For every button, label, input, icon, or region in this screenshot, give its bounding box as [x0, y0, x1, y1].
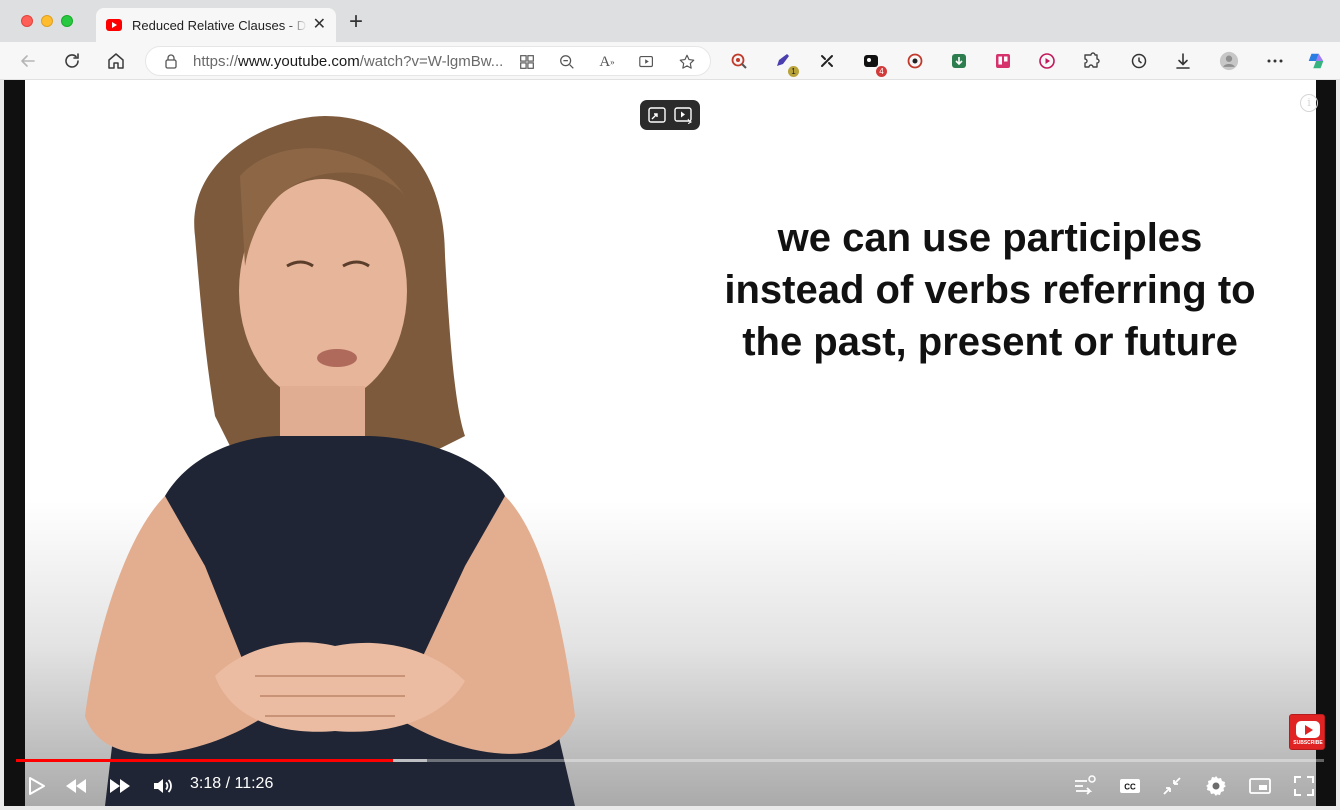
presenter-figure [85, 116, 575, 806]
tab-title: Reduced Relative Clauses - De [132, 17, 307, 33]
miniplayer-button[interactable] [1158, 772, 1186, 800]
more-menu-icon[interactable] [1264, 50, 1286, 72]
copilot-icon[interactable] [1305, 50, 1327, 72]
url-path: /watch?v=W-lgmBw... [359, 53, 504, 70]
url-text[interactable]: https://www.youtube.com/watch?v=W-lgmBw.… [193, 53, 509, 70]
time-separator: / [221, 775, 235, 792]
zoom-out-icon[interactable] [557, 52, 577, 72]
tab-close-icon[interactable]: ✕ [313, 17, 326, 33]
slide-line-2: instead of verbs referring to [724, 268, 1256, 312]
fullscreen-button[interactable] [1290, 772, 1318, 800]
extension-play-icon[interactable] [1036, 50, 1058, 72]
youtube-logo-icon [1296, 721, 1320, 738]
home-button[interactable] [105, 50, 127, 72]
previous-button[interactable] [62, 772, 90, 800]
video-overlay-pill [640, 100, 700, 130]
popout-video-icon[interactable] [647, 106, 667, 124]
rewind-icon [66, 779, 86, 793]
gear-icon [1206, 776, 1226, 796]
home-icon [108, 53, 124, 69]
minimize-window-button[interactable] [41, 15, 53, 27]
extension-badge-4: 4 [876, 66, 887, 77]
extensions-puzzle-icon[interactable] [1080, 50, 1102, 72]
current-time: 3:18 [190, 775, 222, 792]
extension-trello-icon[interactable] [992, 50, 1014, 72]
downloads-icon[interactable] [1172, 50, 1194, 72]
play-button[interactable] [22, 772, 50, 800]
extension-download-icon[interactable] [948, 50, 970, 72]
extension-search-icon[interactable] [728, 50, 750, 72]
progress-bar[interactable] [16, 759, 1324, 762]
progress-played [16, 759, 393, 762]
extension-tool-icon[interactable] [816, 50, 838, 72]
extension-badge-1: 1 [788, 66, 799, 77]
player-controls: 3:18 / 11:26 CC [4, 766, 1336, 806]
info-icon[interactable]: i [1300, 94, 1318, 112]
browser-tab-active[interactable]: Reduced Relative Clauses - De ✕ [96, 8, 336, 42]
video-enhance-icon[interactable] [673, 106, 693, 124]
back-arrow-icon [21, 55, 35, 67]
next-button[interactable] [106, 772, 134, 800]
youtube-icon [106, 19, 122, 31]
volume-button[interactable] [149, 772, 177, 800]
address-bar[interactable]: https://www.youtube.com/watch?v=W-lgmBw.… [145, 46, 711, 76]
new-tab-button[interactable]: + [344, 10, 368, 34]
subscribe-watermark[interactable]: SUBSCRIBE [1289, 714, 1325, 750]
collapse-icon [1163, 777, 1181, 795]
lock-icon[interactable] [163, 53, 179, 69]
svg-text:CC: CC [1124, 783, 1136, 792]
video-player[interactable]: we can use participles instead of verbs … [4, 80, 1336, 806]
extension-notes-icon[interactable]: 1 [772, 50, 799, 77]
browser-toolbar: https://www.youtube.com/watch?v=W-lgmBw.… [0, 42, 1340, 80]
read-aloud-icon[interactable]: A» [597, 52, 617, 72]
reload-icon [65, 53, 79, 68]
profile-avatar-icon[interactable] [1218, 50, 1240, 72]
duration: 11:26 [234, 775, 274, 792]
favorite-star-icon[interactable] [677, 52, 697, 72]
media-control-icon[interactable] [637, 52, 657, 72]
theater-mode-button[interactable] [1246, 772, 1274, 800]
close-window-button[interactable] [21, 15, 33, 27]
captions-icon: CC [1120, 779, 1140, 793]
app-available-icon[interactable] [517, 52, 537, 72]
subscribe-watermark-text: SUBSCRIBE [1293, 740, 1323, 746]
queue-settings-icon [1075, 775, 1096, 795]
slide-line-3: the past, present or future [742, 320, 1238, 364]
slide-caption: we can use participles instead of verbs … [715, 212, 1265, 368]
url-host: www.youtube.com [238, 53, 360, 70]
extension-record-icon[interactable] [904, 50, 926, 72]
settings-button[interactable] [1202, 772, 1230, 800]
slide-line-1: we can use participles [777, 216, 1203, 260]
video-frame[interactable]: we can use participles instead of verbs … [25, 80, 1316, 806]
fullscreen-icon [1294, 776, 1314, 796]
captions-button[interactable]: CC [1116, 772, 1144, 800]
back-button[interactable] [17, 50, 39, 72]
url-prefix: https:// [193, 53, 239, 70]
fast-forward-icon [110, 779, 130, 793]
title-bar: Reduced Relative Clauses - De ✕ + [0, 0, 1340, 42]
reload-button[interactable] [61, 50, 83, 72]
volume-icon [154, 779, 172, 793]
zoom-window-button[interactable] [61, 15, 73, 27]
extension-gallery-icon[interactable]: 4 [860, 50, 887, 77]
play-icon [29, 777, 45, 795]
history-icon[interactable] [1128, 50, 1150, 72]
picture-in-picture-icon [1249, 778, 1271, 794]
time-display: 3:18 / 11:26 [190, 775, 273, 793]
autoplay-queue-button[interactable] [1070, 772, 1098, 800]
